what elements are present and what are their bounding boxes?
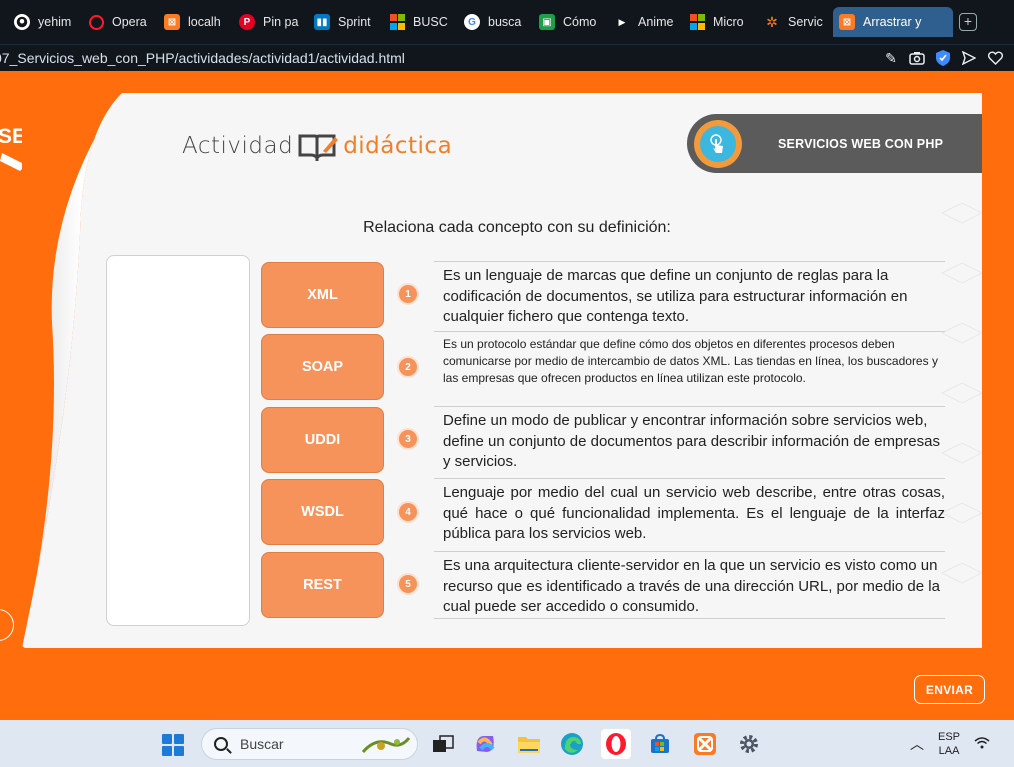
tab-como[interactable]: ▣ Cómo (533, 7, 608, 37)
camera-icon[interactable] (908, 49, 926, 67)
copilot-icon[interactable] (470, 729, 500, 759)
play-icon: ▶ (618, 16, 626, 27)
number-badge: 2 (397, 356, 419, 378)
module-icon-ring (694, 119, 742, 168)
page-content: SENA Actividad didácti (0, 71, 1014, 720)
github-icon (14, 14, 30, 30)
number-badge: 1 (397, 283, 419, 305)
file-explorer-icon[interactable] (514, 729, 544, 759)
brand-text-primary: Actividad (182, 133, 294, 159)
task-view-icon[interactable] (428, 729, 458, 759)
definition-1: Es un lenguaje de marcas que define un c… (434, 261, 945, 328)
microsoft-icon (389, 14, 405, 30)
module-title: SERVICIOS WEB CON PHP (778, 136, 944, 151)
definition-5: Es una arquitectura cliente-servidor en … (434, 551, 945, 618)
tab-pinterest[interactable]: P Pin pa (233, 7, 308, 37)
tab-busc[interactable]: BUSC (383, 7, 458, 37)
trello-icon: ▮▮ (314, 14, 330, 30)
xampp-icon: ⊠ (164, 14, 180, 30)
opera-icon (89, 14, 104, 30)
tab-github[interactable]: yehim (8, 7, 83, 37)
tab-localhost[interactable]: ⊠ localh (158, 7, 233, 37)
search-icon (214, 737, 228, 751)
search-highlight-icon (361, 737, 411, 754)
microsoft-icon (689, 14, 705, 30)
side-nav-circle[interactable] (0, 609, 14, 641)
spreadsheet-icon: ▣ (539, 14, 555, 30)
open-book-icon (298, 134, 339, 161)
term-xml[interactable]: XML (261, 262, 384, 328)
windows-taskbar: Buscar ︿ ESP LAA (0, 720, 1014, 767)
address-bar: 07_Servicios_web_con_PHP/actividades/act… (0, 44, 1014, 71)
tab-micro[interactable]: Micro (683, 7, 758, 37)
search-placeholder: Buscar (240, 736, 284, 752)
brand-text-accent: didáctica (343, 133, 453, 159)
wifi-icon[interactable] (974, 736, 990, 752)
number-badge: 5 (397, 573, 419, 595)
taskbar-search[interactable]: Buscar (201, 728, 418, 760)
tab-anime[interactable]: ▶ Anime (608, 7, 683, 37)
edge-browser-icon[interactable] (557, 729, 587, 759)
edit-icon[interactable]: ✎ (882, 49, 900, 67)
answer-drop-zone[interactable] (106, 255, 250, 626)
settings-gear-icon[interactable] (734, 729, 764, 759)
tab-google[interactable]: G busca (458, 7, 533, 37)
definition-3: Define un modo de publicar y encontrar i… (434, 406, 945, 473)
tab-sprint[interactable]: ▮▮ Sprint (308, 7, 383, 37)
touch-icon (700, 125, 736, 162)
number-badge: 3 (397, 428, 419, 450)
definition-2: Es un protocolo estándar que define cómo… (434, 331, 945, 387)
definitions-bottom-rule (434, 618, 945, 619)
submit-button[interactable]: ENVIAR (914, 675, 985, 704)
xampp-icon[interactable] (690, 729, 720, 759)
tab-arrastrar[interactable]: ⊠ Arrastrar y (833, 7, 953, 37)
tab-opera[interactable]: Opera (83, 7, 158, 37)
term-rest[interactable]: REST (261, 552, 384, 618)
term-uddi[interactable]: UDDI (261, 407, 384, 473)
url-field[interactable]: 07_Servicios_web_con_PHP/actividades/act… (0, 50, 882, 66)
windows-start-icon[interactable] (162, 734, 184, 756)
tab-servic[interactable]: ✲ Servic (758, 7, 833, 37)
opera-browser-icon[interactable] (601, 729, 631, 759)
instruction-text: Relaciona cada concepto con su definició… (363, 219, 671, 236)
module-badge: SERVICIOS WEB CON PHP (687, 114, 982, 173)
google-icon: G (464, 14, 480, 30)
shield-icon[interactable] (934, 49, 952, 67)
activity-brand: Actividad didáctica (182, 131, 452, 161)
new-tab-button[interactable]: + (959, 13, 977, 31)
send-icon[interactable] (960, 49, 978, 67)
definition-4: Lenguaje por medio del cual un servicio … (434, 478, 945, 545)
pinterest-icon: P (239, 14, 255, 30)
microsoft-store-icon[interactable] (645, 729, 675, 759)
heart-icon[interactable] (986, 49, 1004, 67)
system-tray: ︿ ESP LAA (910, 730, 990, 758)
chevron-up-icon[interactable]: ︿ (910, 734, 924, 754)
term-wsdl[interactable]: WSDL (261, 479, 384, 545)
browser-tab-bar: yehim Opera ⊠ localh P Pin pa ▮▮ Sprint … (0, 0, 1014, 44)
language-indicator[interactable]: ESP LAA (938, 730, 960, 758)
number-badge: 4 (397, 501, 419, 523)
term-soap[interactable]: SOAP (261, 334, 384, 400)
xampp-icon: ⊠ (839, 14, 855, 30)
sena-icon: ✲ (766, 13, 778, 30)
